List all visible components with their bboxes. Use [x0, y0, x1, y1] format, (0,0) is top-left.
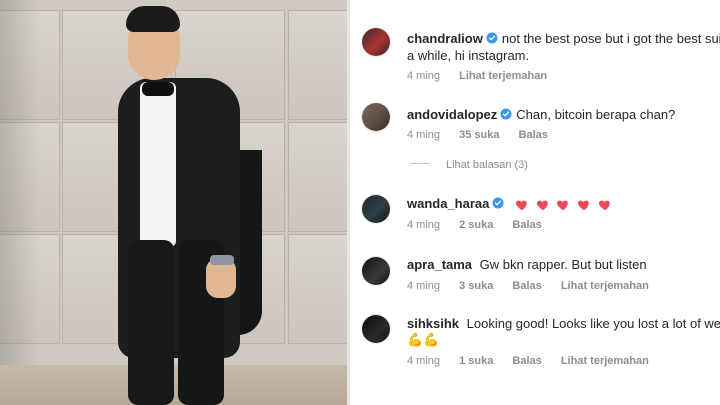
comment-meta: 4 ming Lihat terjemahan	[407, 70, 563, 82]
comment-time[interactable]: 4 ming	[407, 70, 440, 82]
comment-line: apra_tama Gw bkn rapper. But but listen	[407, 257, 647, 272]
comment-row: sihksihk Looking good! Looks like you lo…	[350, 313, 720, 405]
comment-text: Gw bkn rapper. But but listen	[479, 257, 647, 272]
comment-username[interactable]: apra_tama	[407, 257, 472, 272]
like-count[interactable]: 3 suka	[459, 280, 493, 292]
comment-emoji: 💪💪	[407, 332, 440, 347]
heart-icon	[577, 200, 589, 211]
avatar[interactable]	[362, 315, 390, 343]
translate-link[interactable]: Lihat terjemahan	[561, 280, 649, 292]
comment-text-line2: a while, hi instagram.	[407, 48, 530, 63]
like-count[interactable]: 35 suka	[459, 129, 499, 141]
replies-divider	[410, 163, 430, 164]
reply-button[interactable]: Balas	[512, 219, 541, 231]
watch	[210, 255, 234, 265]
comment-text: not the best pose but i got the best sui…	[501, 31, 720, 46]
verified-badge-icon	[492, 197, 504, 209]
avatar[interactable]	[362, 257, 390, 285]
comment-text: Chan, bitcoin berapa chan?	[516, 107, 676, 122]
reply-button[interactable]: Balas	[512, 355, 541, 367]
wall-shadow	[0, 0, 40, 405]
like-count[interactable]: 2 suka	[459, 219, 493, 231]
heart-icon	[536, 200, 548, 211]
comment-row: wanda_haraa 4 ming 2 suka Balas	[350, 190, 720, 260]
comment-line: wanda_haraa	[407, 196, 612, 213]
translate-link[interactable]: Lihat terjemahan	[459, 70, 547, 82]
comment-username[interactable]: andovidalopez	[407, 107, 497, 122]
heart-icon	[598, 200, 610, 211]
hair	[126, 6, 180, 32]
comment-line: chandraliow not the best pose but i got t…	[407, 31, 720, 46]
comment-time[interactable]: 4 ming	[407, 355, 440, 367]
comment-username[interactable]: sihksihk	[407, 316, 459, 331]
verified-badge-icon	[486, 32, 498, 44]
post-photo	[0, 0, 347, 405]
comment-meta: 4 ming 1 suka Balas Lihat terjemahan	[407, 355, 665, 367]
view-replies-link[interactable]: Lihat balasan (3)	[446, 159, 528, 171]
avatar[interactable]	[362, 28, 390, 56]
like-count[interactable]: 1 suka	[459, 355, 493, 367]
comment-username[interactable]: wanda_haraa	[407, 196, 489, 211]
heart-icon	[557, 200, 569, 211]
comment-time[interactable]: 4 ming	[407, 280, 440, 292]
verified-badge-icon	[500, 108, 512, 120]
reply-button[interactable]: Balas	[512, 280, 541, 292]
person-vest	[140, 82, 176, 247]
comment-meta: 4 ming 2 suka Balas	[407, 219, 558, 231]
comment-time[interactable]: 4 ming	[407, 219, 440, 231]
left-leg	[128, 240, 174, 405]
comment-username[interactable]: chandraliow	[407, 31, 483, 46]
bow-tie	[142, 82, 174, 96]
heart-emojis	[512, 198, 612, 213]
reply-button[interactable]: Balas	[519, 129, 548, 141]
comment-row: apra_tama Gw bkn rapper. But but listen …	[350, 255, 720, 315]
translate-link[interactable]: Lihat terjemahan	[561, 355, 649, 367]
comment-time[interactable]: 4 ming	[407, 129, 440, 141]
comment-meta: 4 ming 3 suka Balas Lihat terjemahan	[407, 280, 665, 292]
comment-row: andovidalopez Chan, bitcoin berapa chan? …	[350, 95, 720, 185]
instagram-post-view: chandraliow not the best pose but i got t…	[0, 0, 720, 405]
comment-row: chandraliow not the best pose but i got t…	[350, 0, 720, 95]
avatar[interactable]	[362, 103, 390, 131]
heart-icon	[516, 200, 527, 211]
comment-text: Looking good! Looks like you lost a lot …	[466, 316, 720, 331]
comment-meta: 4 ming 35 suka Balas	[407, 129, 564, 141]
comments-panel[interactable]: chandraliow not the best pose but i got t…	[350, 0, 720, 405]
comment-line: sihksihk Looking good! Looks like you lo…	[407, 316, 720, 331]
avatar[interactable]	[362, 195, 390, 223]
comment-line: andovidalopez Chan, bitcoin berapa chan?	[407, 107, 675, 122]
